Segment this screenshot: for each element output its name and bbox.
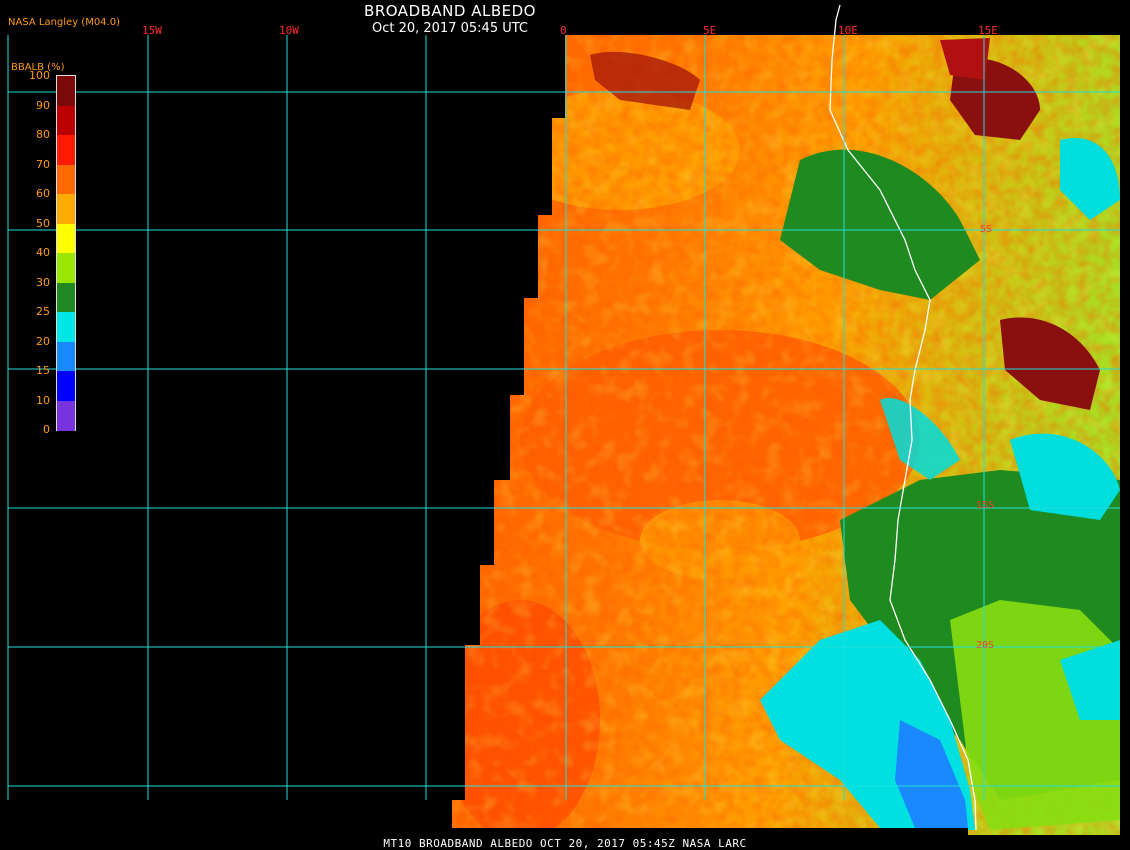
producer-label: NASA Langley (M04.0) bbox=[8, 17, 120, 28]
lat-label-15s: 15S bbox=[976, 500, 995, 511]
legend-swatch bbox=[57, 253, 75, 283]
legend-tick-label: 70 bbox=[36, 157, 50, 171]
legend-swatch bbox=[57, 76, 75, 106]
color-legend: BBALB (%) 100 90 80 70 60 50 40 30 25 20 15 10 0 bbox=[8, 60, 78, 440]
legend-tick-label: 100 bbox=[29, 69, 50, 82]
legend-swatch bbox=[57, 105, 75, 136]
lon-label-0: 0 bbox=[560, 24, 567, 37]
albedo-data-field bbox=[452, 35, 1120, 835]
legend-tick-label: 25 bbox=[36, 305, 50, 318]
timestamp-subtitle: Oct 20, 2017 05:45 UTC bbox=[372, 21, 528, 36]
legend-swatch bbox=[57, 164, 75, 195]
lon-label-15w: 15W bbox=[142, 24, 162, 37]
legend-tick-label: 80 bbox=[36, 128, 50, 141]
legend-tick-label: 10 bbox=[36, 393, 50, 407]
legend-tick-label: 50 bbox=[36, 216, 50, 230]
legend-tick-label: 20 bbox=[36, 334, 50, 348]
main-title: BROADBAND ALBEDO bbox=[364, 2, 536, 20]
legend-tick-label: 40 bbox=[36, 246, 50, 259]
legend-swatch bbox=[57, 400, 75, 431]
map-viewer: BROADBAND ALBEDO Oct 20, 2017 05:45 UTC … bbox=[0, 0, 1130, 850]
legend-swatch bbox=[57, 312, 75, 342]
legend-tick-label: 60 bbox=[36, 187, 50, 200]
lon-label-5e: 5E bbox=[703, 24, 717, 37]
legend-tick-label: 30 bbox=[36, 275, 50, 289]
legend-tick-label: 90 bbox=[36, 98, 50, 112]
legend-swatch bbox=[57, 194, 75, 224]
legend-swatch bbox=[57, 282, 75, 313]
albedo-map bbox=[7, 4, 1120, 835]
legend-swatch bbox=[57, 223, 75, 254]
legend-tick-label: 15 bbox=[36, 364, 50, 377]
lon-label-10e: 10E bbox=[838, 24, 858, 37]
lon-label-15e: 15E bbox=[978, 24, 998, 37]
footer-caption: MT10 BROADBAND ALBEDO OCT 20, 2017 05:45… bbox=[383, 837, 747, 850]
lat-label-5s: 5S bbox=[980, 224, 993, 235]
lon-label-10w: 10W bbox=[279, 24, 299, 37]
legend-swatch bbox=[57, 371, 75, 401]
lat-label-20s: 20S bbox=[976, 640, 995, 651]
legend-swatch bbox=[57, 135, 75, 165]
legend-color-bar bbox=[56, 75, 76, 431]
legend-tick-label: 0 bbox=[43, 423, 50, 436]
legend-swatch bbox=[57, 341, 75, 372]
